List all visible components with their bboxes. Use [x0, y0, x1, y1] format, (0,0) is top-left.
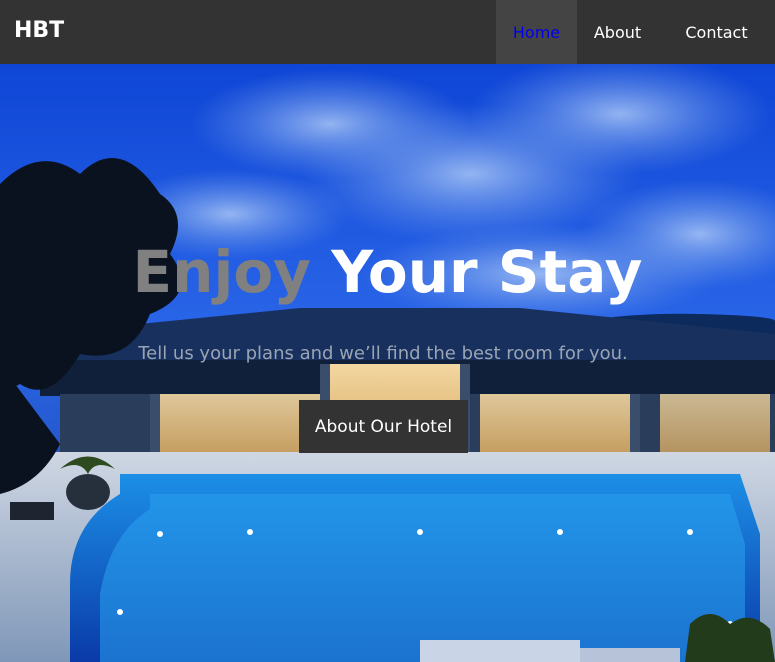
hero-subtitle: Tell us your plans and we’ll find the be… — [138, 343, 628, 364]
hero-section: Enjoy Your Stay Tell us your plans and w… — [0, 64, 775, 662]
about-hotel-button[interactable]: About Our Hotel — [299, 400, 468, 453]
nav-about-link[interactable]: About — [577, 0, 658, 64]
hero-title-accent: Enjoy — [132, 238, 311, 306]
brand-logo[interactable]: HBT — [14, 17, 64, 45]
nav-home-link[interactable]: Home — [496, 0, 577, 64]
nav-contact-link[interactable]: Contact — [658, 0, 775, 64]
top-navbar: HBT Home About Contact — [0, 0, 775, 64]
main-nav: Home About Contact — [496, 0, 775, 64]
hero-title-main: Your Stay — [331, 238, 643, 306]
hero-title: Enjoy Your Stay — [0, 234, 775, 310]
